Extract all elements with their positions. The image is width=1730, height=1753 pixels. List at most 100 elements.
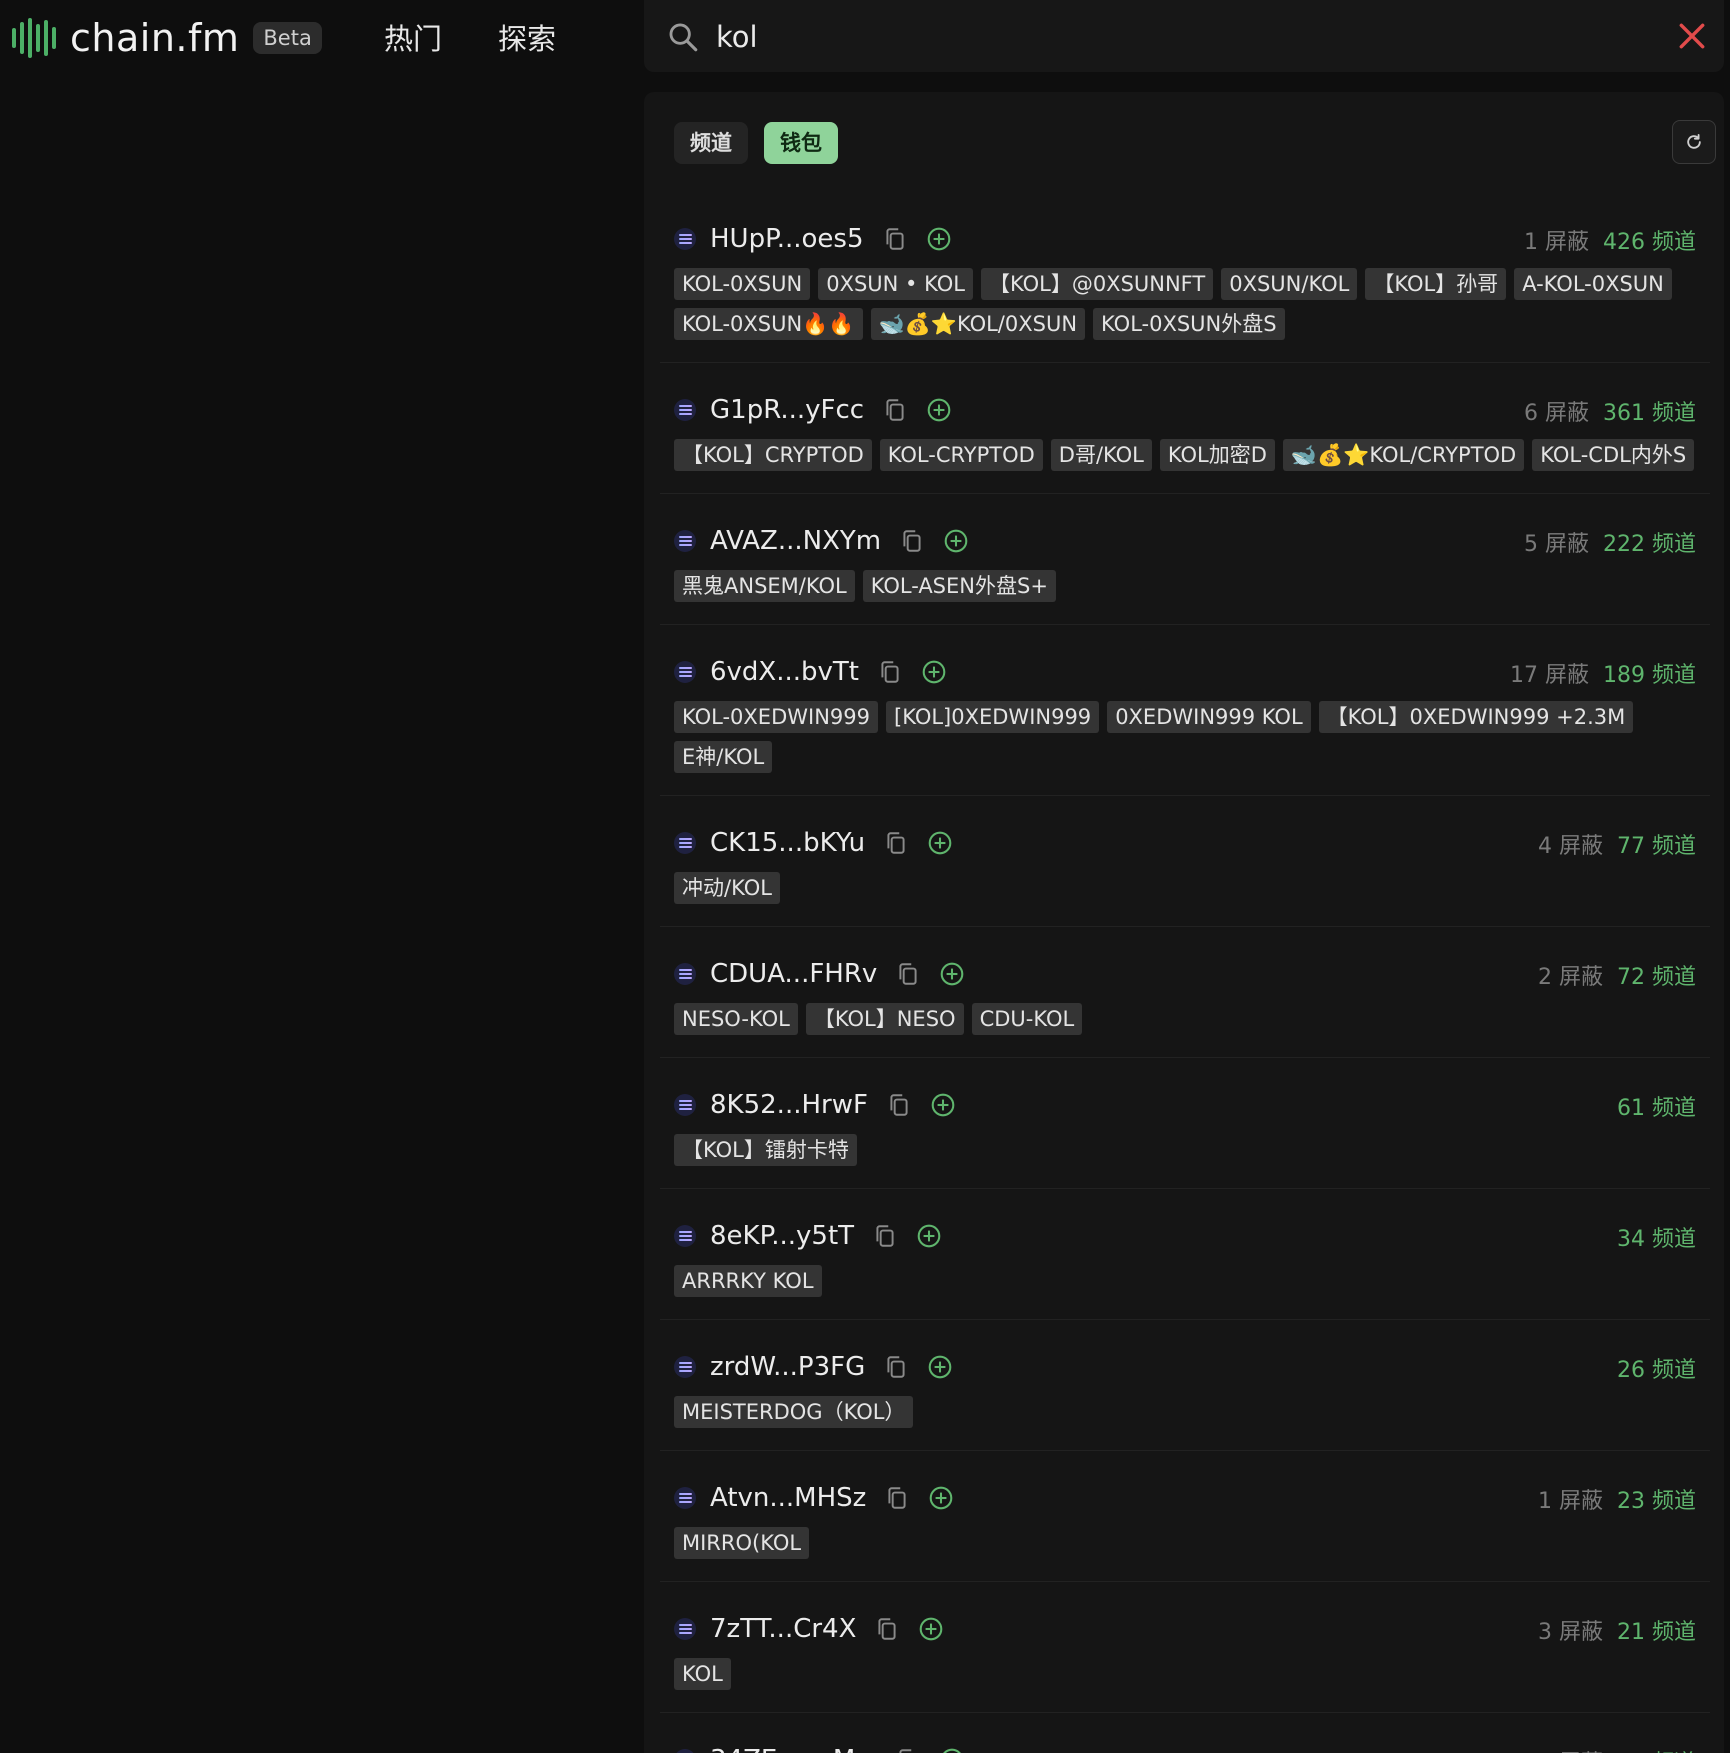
wallet-address[interactable]: AVAZ...NXYm — [710, 526, 881, 556]
wallet-tag[interactable]: 黑鬼ANSEM/KOL — [674, 570, 855, 602]
wallet-address[interactable]: 7zTT...Cr4X — [710, 1614, 856, 1644]
wallet-address[interactable]: CDUA...FHRv — [710, 959, 877, 989]
wallet-item[interactable]: G1pR...yFcc 6 屏蔽 361 频道 【KOL】CRYPTOD KOL-C… — [660, 363, 1710, 494]
wallet-tag[interactable]: KOL — [674, 1658, 731, 1690]
wallet-address[interactable]: 8K52...HrwF — [710, 1090, 868, 1120]
refresh-button[interactable] — [1672, 120, 1716, 164]
search-input[interactable] — [714, 14, 1618, 60]
solana-icon — [674, 661, 696, 683]
wallet-address[interactable]: 6vdX...bvTt — [710, 657, 859, 687]
add-circle-icon[interactable] — [916, 1223, 942, 1249]
wallet-tag[interactable]: 0XSUN • KOL — [818, 268, 973, 300]
wallet-tag[interactable]: 冲动/KOL — [674, 872, 780, 904]
channel-count: 61 频道 — [1617, 1096, 1696, 1121]
wallet-item[interactable]: zrdW...P3FG 26 频道 MEISTERDOG（KOL） — [660, 1320, 1710, 1451]
add-circle-icon[interactable] — [927, 830, 953, 856]
wallet-list: HUpP...oes5 1 屏蔽 426 频道 KOL-0XSUN 0XSUN • … — [660, 192, 1710, 1753]
wallet-address[interactable]: 8eKP...y5tT — [710, 1221, 854, 1251]
wallet-tag[interactable]: KOL加密D — [1159, 439, 1275, 471]
waveform-logo-icon — [12, 18, 56, 58]
muted-count: 5 屏蔽 — [1524, 532, 1589, 557]
copy-icon[interactable] — [895, 1747, 921, 1753]
wallet-stats: 17 屏蔽 189 频道 — [1510, 657, 1696, 689]
wallet-item[interactable]: 8eKP...y5tT 34 频道 ARRRKY KOL — [660, 1189, 1710, 1320]
wallet-stats: 3 屏蔽 21 频道 — [1538, 1614, 1696, 1646]
add-circle-icon[interactable] — [939, 961, 965, 987]
wallet-tag[interactable]: 【KOL】镭射卡特 — [674, 1134, 857, 1166]
wallet-tag[interactable]: ARRRKY KOL — [674, 1265, 822, 1297]
close-icon[interactable] — [1676, 20, 1708, 52]
wallet-item[interactable]: CK15...bKYu 4 屏蔽 77 频道 冲动/KOL — [660, 796, 1710, 927]
wallet-address[interactable]: CK15...bKYu — [710, 828, 865, 858]
wallet-item[interactable]: 34ZE...ucMw 1 屏蔽13 频道 — [660, 1713, 1710, 1753]
wallet-tag[interactable]: KOL-0XSUN — [674, 268, 811, 300]
copy-icon[interactable] — [895, 961, 921, 987]
wallet-tag[interactable]: MIRRO(KOL — [674, 1527, 810, 1559]
wallet-tag[interactable]: [KOL]0XEDWIN999 — [886, 701, 1100, 733]
wallet-address[interactable]: G1pR...yFcc — [710, 395, 864, 425]
wallet-tag[interactable]: 🐋💰⭐KOL/CRYPTOD — [1282, 439, 1525, 471]
copy-icon[interactable] — [882, 226, 908, 252]
tab-wallets[interactable]: 钱包 — [764, 122, 838, 164]
wallet-tag[interactable]: 【KOL】NESO — [805, 1003, 964, 1035]
wallet-tag[interactable]: E神/KOL — [674, 741, 773, 773]
copy-icon[interactable] — [874, 1616, 900, 1642]
wallet-tag[interactable]: CDU-KOL — [971, 1003, 1083, 1035]
wallet-tag[interactable]: D哥/KOL — [1050, 439, 1152, 471]
muted-count: 1 屏蔽 — [1524, 230, 1589, 255]
add-circle-icon[interactable] — [930, 1092, 956, 1118]
wallet-item[interactable]: AVAZ...NXYm 5 屏蔽 222 频道 黑鬼ANSEM/KOL KOL-AS… — [660, 494, 1710, 625]
wallet-item[interactable]: HUpP...oes5 1 屏蔽 426 频道 KOL-0XSUN 0XSUN • … — [660, 192, 1710, 363]
wallet-address[interactable]: 34ZE...ucMw — [710, 1745, 877, 1753]
wallet-tag[interactable]: KOL-0XSUN🔥🔥 — [674, 308, 863, 340]
copy-icon[interactable] — [884, 1485, 910, 1511]
wallet-address[interactable]: Atvn...MHSz — [710, 1483, 866, 1513]
wallet-tag[interactable]: 【KOL】孙哥 — [1365, 268, 1507, 300]
wallet-tag[interactable]: KOL-ASEN外盘S+ — [862, 570, 1056, 602]
copy-icon[interactable] — [883, 830, 909, 856]
add-circle-icon[interactable] — [928, 1485, 954, 1511]
wallet-tag[interactable]: KOL-CDL内外S — [1532, 439, 1695, 471]
wallet-item[interactable]: CDUA...FHRv 2 屏蔽 72 频道 NESO-KOL 【KOL】NESO C… — [660, 927, 1710, 1058]
copy-icon[interactable] — [899, 528, 925, 554]
wallet-tag[interactable]: 0XSUN/KOL — [1221, 268, 1358, 300]
wallet-tag[interactable]: 【KOL】CRYPTOD — [674, 439, 872, 471]
wallet-tag[interactable]: 【KOL】0XEDWIN999 +2.3M — [1318, 701, 1634, 733]
wallet-item[interactable]: 6vdX...bvTt 17 屏蔽 189 频道 KOL-0XEDWIN999 [K… — [660, 625, 1710, 796]
wallet-tag[interactable]: A-KOL-0XSUN — [1514, 268, 1672, 300]
muted-count: 6 屏蔽 — [1524, 401, 1589, 426]
muted-count: 2 屏蔽 — [1538, 965, 1603, 990]
wallet-tag[interactable]: 🐋💰⭐KOL/0XSUN — [870, 308, 1086, 340]
add-circle-icon[interactable] — [926, 397, 952, 423]
wallet-item[interactable]: 7zTT...Cr4X 3 屏蔽 21 频道 KOL — [660, 1582, 1710, 1713]
wallet-item[interactable]: Atvn...MHSz 1 屏蔽 23 频道 MIRRO(KOL — [660, 1451, 1710, 1582]
nav-explore[interactable]: 探索 — [498, 16, 556, 58]
wallet-header-row: HUpP...oes5 1 屏蔽 426 频道 — [660, 220, 1710, 258]
add-circle-icon[interactable] — [921, 659, 947, 685]
add-circle-icon[interactable] — [918, 1616, 944, 1642]
wallet-header-row: 34ZE...ucMw 1 屏蔽13 频道 — [660, 1741, 1710, 1753]
wallet-address[interactable]: zrdW...P3FG — [710, 1352, 865, 1382]
wallet-tag[interactable]: KOL-0XEDWIN999 — [674, 701, 878, 733]
copy-icon[interactable] — [882, 397, 908, 423]
wallet-tag[interactable]: KOL-CRYPTOD — [879, 439, 1043, 471]
wallet-address[interactable]: HUpP...oes5 — [710, 224, 864, 254]
wallet-item[interactable]: 8K52...HrwF 61 频道 【KOL】镭射卡特 — [660, 1058, 1710, 1189]
copy-icon[interactable] — [877, 659, 903, 685]
brand-logo[interactable]: chain.fm Beta — [12, 16, 322, 60]
copy-icon[interactable] — [883, 1354, 909, 1380]
tab-channels[interactable]: 频道 — [674, 122, 748, 164]
add-circle-icon[interactable] — [939, 1747, 965, 1753]
wallet-tag[interactable]: 【KOL】@0XSUNNFT — [980, 268, 1214, 300]
add-circle-icon[interactable] — [943, 528, 969, 554]
wallet-tag[interactable]: MEISTERDOG（KOL） — [674, 1396, 914, 1428]
wallet-tag[interactable]: NESO-KOL — [674, 1003, 798, 1035]
wallet-tag[interactable]: 0XEDWIN999 KOL — [1107, 701, 1311, 733]
wallet-header-row: 6vdX...bvTt 17 屏蔽 189 频道 — [660, 653, 1710, 691]
copy-icon[interactable] — [886, 1092, 912, 1118]
nav-hot[interactable]: 热门 — [384, 16, 442, 58]
wallet-tag[interactable]: KOL-0XSUN外盘S — [1093, 308, 1285, 340]
copy-icon[interactable] — [872, 1223, 898, 1249]
add-circle-icon[interactable] — [927, 1354, 953, 1380]
add-circle-icon[interactable] — [926, 226, 952, 252]
